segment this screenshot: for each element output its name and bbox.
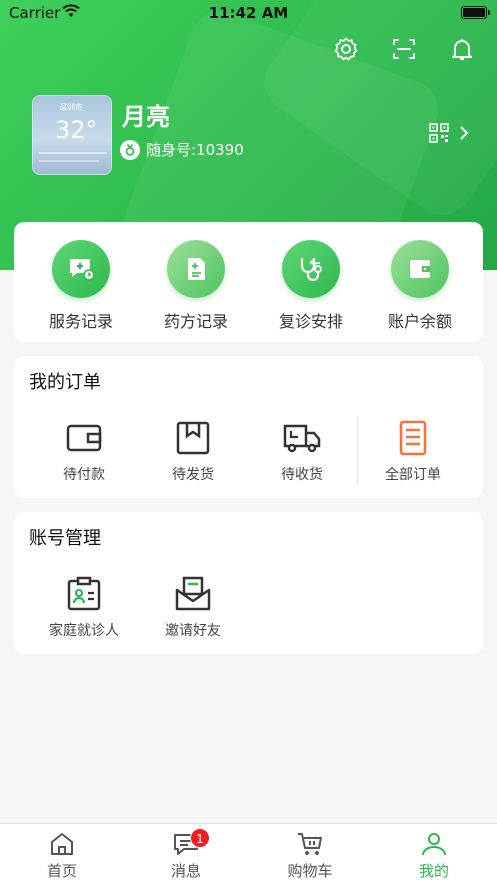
header-actions — [333, 36, 475, 62]
tab-label: 首页 — [46, 862, 77, 880]
order-all[interactable]: 全部订单 — [363, 418, 463, 484]
orders-card: 我的订单 待付款 待发货 待收货 全部订单 — [14, 356, 483, 498]
gear-icon[interactable] — [333, 36, 359, 62]
wallet-icon — [391, 240, 449, 298]
status-bar: Carrier 11:42 AM — [0, 0, 497, 26]
service-card: 服务记录 药方记录 复诊安排 账户余额 — [14, 222, 483, 342]
service-item-records[interactable]: 服务记录 — [26, 240, 136, 332]
order-label: 全部订单 — [385, 467, 441, 483]
user-name: 月亮 — [122, 103, 170, 131]
stethoscope-icon — [282, 240, 340, 298]
gender-icon — [120, 139, 140, 160]
order-label: 待收货 — [281, 467, 323, 483]
divider — [357, 416, 358, 484]
service-label: 复诊安排 — [278, 312, 343, 331]
chevron-right-icon — [459, 125, 469, 145]
account-family-patients[interactable]: 家庭就诊人 — [34, 574, 134, 640]
order-pending-payment[interactable]: 待付款 — [34, 418, 134, 484]
home-icon — [48, 830, 76, 858]
qr-code-icon — [429, 123, 449, 147]
avatar-forecast-line — [39, 160, 99, 162]
box-icon — [173, 418, 213, 458]
wallet-outline-icon — [64, 418, 104, 458]
family-patient-icon — [64, 574, 104, 614]
user-id: 随身号:10390 — [146, 141, 244, 159]
avatar[interactable]: 深圳市 32° — [32, 95, 112, 175]
avatar-city: 深圳市 — [59, 103, 83, 112]
account-title: 账号管理 — [29, 528, 101, 549]
service-record-icon — [52, 240, 110, 298]
service-label: 账户余额 — [387, 312, 452, 331]
tab-bar: 首页 1 消息 购物车 我的 — [0, 823, 497, 883]
person-icon — [420, 830, 448, 858]
tab-profile[interactable]: 我的 — [384, 830, 484, 881]
account-invite-friends[interactable]: 邀请好友 — [143, 574, 243, 640]
tab-label: 消息 — [170, 862, 201, 880]
cart-icon — [296, 830, 324, 858]
service-label: 服务记录 — [48, 312, 113, 331]
message-badge: 1 — [190, 828, 210, 848]
service-item-prescriptions[interactable]: 药方记录 — [141, 240, 251, 332]
orders-title: 我的订单 — [29, 372, 101, 393]
order-pending-receipt[interactable]: 待收货 — [252, 418, 352, 484]
qr-code-entry[interactable] — [429, 123, 469, 147]
account-label: 邀请好友 — [165, 623, 221, 639]
order-label: 待发货 — [172, 467, 214, 483]
order-label: 待付款 — [63, 467, 105, 483]
truck-icon — [282, 418, 322, 458]
tab-label: 我的 — [418, 862, 449, 880]
account-label: 家庭就诊人 — [49, 623, 119, 639]
order-list-icon — [393, 418, 433, 458]
tab-messages[interactable]: 1 消息 — [136, 828, 236, 881]
tab-label: 购物车 — [287, 862, 333, 880]
bell-icon[interactable] — [449, 36, 475, 62]
service-label: 药方记录 — [163, 312, 228, 331]
clock: 11:42 AM — [208, 4, 289, 22]
tab-cart[interactable]: 购物车 — [260, 830, 360, 881]
account-card: 账号管理 家庭就诊人 邀请好友 — [14, 512, 483, 654]
user-id-row: 随身号:10390 — [120, 139, 244, 160]
order-pending-shipment[interactable]: 待发货 — [143, 418, 243, 484]
avatar-temp: 32° — [55, 116, 98, 144]
service-item-followup[interactable]: 复诊安排 — [256, 240, 366, 332]
tab-home[interactable]: 首页 — [12, 830, 112, 881]
invite-mail-icon — [173, 574, 213, 614]
avatar-forecast-line — [39, 152, 107, 154]
prescription-icon — [167, 240, 225, 298]
service-item-balance[interactable]: 账户余额 — [365, 240, 475, 332]
scan-icon[interactable] — [391, 36, 417, 62]
battery-icon — [461, 6, 490, 19]
